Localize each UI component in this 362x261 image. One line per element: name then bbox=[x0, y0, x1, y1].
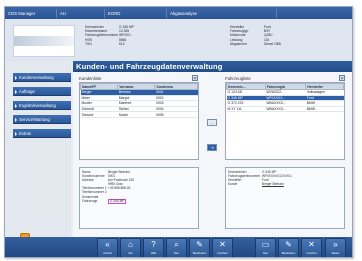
help-button[interactable]: ? Hilfe bbox=[143, 238, 164, 257]
customer-list-panel: Name/FF Vorname Kundennu Berger Bertram 00… bbox=[79, 82, 199, 160]
back-button[interactable]: « Zurück bbox=[97, 238, 118, 257]
sidebar-item-label: Auftrage bbox=[19, 89, 35, 94]
sidebar-item-extras[interactable]: Extras bbox=[13, 129, 71, 138]
print-icon[interactable]: ▤ bbox=[339, 75, 345, 81]
customer-table: Name/FF Vorname Kundennu Berger Bertram 00… bbox=[79, 83, 198, 118]
button-label: Neu bbox=[262, 251, 269, 255]
chevron-right-icon bbox=[15, 131, 17, 136]
tab-eord[interactable]: EORD bbox=[105, 9, 167, 18]
vehicle-detail-panel: Kennzeichen G 345 MP Fahrzeugidentnummer W… bbox=[225, 167, 345, 229]
new-vehicle-button[interactable]: ▭ Neu bbox=[255, 238, 276, 257]
application-window: CDS Manager AU EORD Abgasanalyse Kennzei… bbox=[4, 6, 353, 258]
vehicle-link-field[interactable]: G 345 MP bbox=[108, 198, 127, 205]
delete-icon: ✕ bbox=[219, 240, 226, 249]
edit-vehicle-button[interactable]: ✎ Bearbeiten bbox=[278, 238, 299, 257]
tab-cds-manager[interactable]: CDS Manager bbox=[5, 9, 57, 18]
vehicle-header: Kennzeichen G 345 MP Kilometerstand 12.345… bbox=[5, 19, 352, 61]
search-icon: ⌕ bbox=[174, 240, 179, 249]
button-label: Zurück bbox=[103, 251, 112, 255]
double-chevron-right-icon: » bbox=[333, 240, 338, 249]
tab-au[interactable]: AU bbox=[57, 9, 105, 18]
vehicle-list-panel: Kennzeic... Fahrzeugid Hersteller G 123 … bbox=[225, 82, 345, 160]
vehicle-detail: Kennzeichen G 345 MP Fahrzeugidentnummer W… bbox=[228, 170, 292, 186]
sidebar-item-ergebnisverwaltung[interactable]: Ergebnisverwaltung bbox=[13, 101, 71, 110]
vehicle-image bbox=[13, 25, 75, 57]
vehicle-info-left: Kennzeichen G 345 MP Kilometerstand 12.345… bbox=[85, 25, 134, 46]
button-label: Löschen bbox=[217, 251, 228, 255]
sidebar-item-auftrage[interactable]: Auftrage bbox=[13, 87, 71, 96]
table-cell: WBAXXXX... bbox=[265, 106, 306, 113]
chevron-right-icon bbox=[15, 75, 17, 80]
top-tab-bar: CDS Manager AU EORD Abgasanalyse bbox=[5, 7, 352, 19]
chevron-right-icon bbox=[15, 89, 17, 94]
print-icon[interactable]: ▤ bbox=[192, 75, 198, 81]
vehicle-icon: ▭ bbox=[261, 240, 270, 249]
table-row[interactable]: Schulze Sarah 0005 bbox=[80, 111, 198, 118]
main-content: Kunden- und Fahrzeugdatenverwaltung Kund… bbox=[73, 61, 352, 237]
table-cell: Sarah bbox=[117, 111, 155, 118]
delete-icon: ✕ bbox=[308, 240, 315, 249]
table-cell: 0005 bbox=[154, 111, 198, 118]
info-value: Diesel OBD bbox=[264, 41, 282, 46]
vehicle-list-title: Fahrzeugliste bbox=[225, 76, 251, 81]
button-label: Info bbox=[128, 251, 133, 255]
detail-label: Kunde bbox=[228, 182, 238, 187]
sidebar-item-label: Extras bbox=[19, 131, 31, 136]
sidebar-item-service-wartung[interactable]: Service/Wartung bbox=[13, 115, 71, 124]
button-label: Neu bbox=[173, 251, 180, 255]
tab-abgasanalyse[interactable]: Abgasanalyse bbox=[167, 9, 277, 18]
info-label: Abgasnorm bbox=[230, 41, 247, 46]
sidebar: Kundenverwaltung Auftrage Ergebnisverwal… bbox=[5, 61, 71, 237]
delete-vehicle-button[interactable]: ✕ Löschen bbox=[301, 238, 322, 257]
sidebar-item-label: Service/Wartung bbox=[19, 117, 50, 122]
chevron-right-icon bbox=[15, 103, 17, 108]
button-label: Weiter bbox=[331, 251, 340, 255]
sidebar-item-label: Kundenverwaltung bbox=[19, 75, 54, 80]
assign-arrow-button[interactable]: → bbox=[207, 119, 217, 126]
vehicle-table: Kennzeic... Fahrzeugid Hersteller G 123 … bbox=[226, 83, 344, 113]
page-title: Kunden- und Fahrzeugdatenverwaltung bbox=[73, 61, 352, 72]
forward-button[interactable]: » Weiter bbox=[325, 238, 346, 257]
bottom-toolbar: « Zurück ⌂ Info ? Hilfe ⌕ Neu ✎ Bearbeiten ✕ L… bbox=[5, 237, 352, 257]
customer-link[interactable]: Berger Bertram bbox=[262, 182, 284, 186]
pencil-icon: ✎ bbox=[196, 240, 203, 249]
button-label: Hilfe bbox=[150, 251, 157, 255]
button-label: Bearbeiten bbox=[281, 251, 296, 255]
table-cell: Schulze bbox=[80, 111, 118, 118]
customer-detail: Name Berger Bertram Kundennummer 0001 Adre… bbox=[82, 170, 134, 205]
double-chevron-left-icon: « bbox=[105, 240, 110, 249]
delete-button[interactable]: ✕ Löschen bbox=[212, 238, 233, 257]
table-cell: BMW bbox=[305, 106, 344, 113]
sidebar-item-label: Ergebnisverwaltung bbox=[19, 103, 56, 108]
button-label: Bearbeiten bbox=[192, 251, 207, 255]
table-cell: M XY 111 bbox=[226, 106, 266, 113]
chevron-right-icon bbox=[15, 117, 17, 122]
detail-label: Fahrzeuge bbox=[82, 198, 98, 203]
assign-all-button[interactable]: ⇥ bbox=[207, 144, 217, 151]
customer-list-title: Kundenliste bbox=[79, 76, 102, 81]
edit-button[interactable]: ✎ Bearbeiten bbox=[189, 238, 210, 257]
table-row[interactable]: M XY 111 WBAXXXX... BMW bbox=[226, 106, 344, 113]
help-icon: ? bbox=[151, 240, 156, 249]
info-value: 613 bbox=[119, 41, 125, 46]
new-button[interactable]: ⌕ Neu bbox=[166, 238, 187, 257]
pencil-icon: ✎ bbox=[285, 240, 292, 249]
info-icon: ⌂ bbox=[128, 240, 133, 249]
info-label: TSN bbox=[85, 41, 92, 46]
sidebar-item-kundenverwaltung[interactable]: Kundenverwaltung bbox=[13, 73, 71, 82]
detail-value: +43 888 888-00 bbox=[108, 186, 131, 191]
info-button[interactable]: ⌂ Info bbox=[120, 238, 141, 257]
button-label: Löschen bbox=[306, 251, 317, 255]
vehicle-info-right: Hersteller Ford Fahrzeugtyp B3Y Motorcode Q… bbox=[230, 25, 281, 46]
customer-detail-panel: Name Berger Bertram Kundennummer 0001 Adre… bbox=[79, 167, 199, 229]
